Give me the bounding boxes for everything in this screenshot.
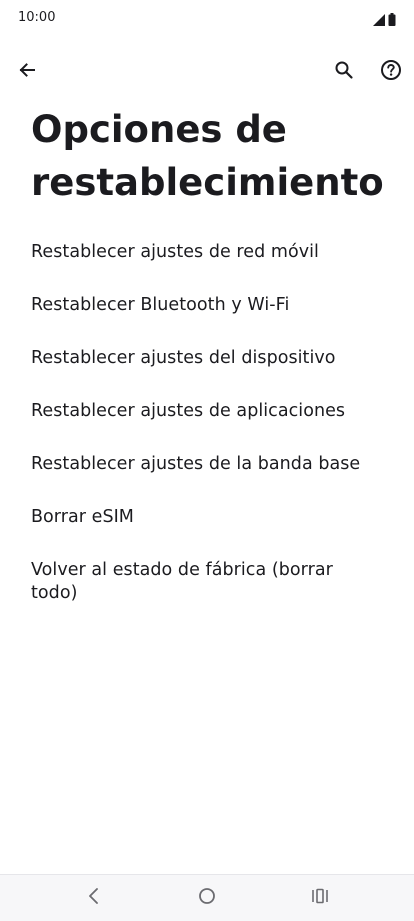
erase-esim-item[interactable]: Borrar eSIM (0, 491, 414, 544)
nav-back-button[interactable] (74, 883, 114, 913)
reset-bluetooth-wifi-item[interactable]: Restablecer Bluetooth y Wi-Fi (0, 279, 414, 332)
back-button[interactable] (7, 52, 47, 92)
reset-mobile-network-item[interactable]: Restablecer ajustes de red móvil (0, 226, 414, 279)
system-nav-bar (0, 874, 414, 921)
reset-options-list: Restablecer ajustes de red móvil Restabl… (0, 226, 414, 620)
help-icon (380, 59, 402, 85)
status-bar: 10:00 (0, 0, 414, 36)
factory-reset-item[interactable]: Volver al estado de fábrica (borrar todo… (0, 544, 414, 620)
reset-baseband-item[interactable]: Restablecer ajustes de la banda base (0, 438, 414, 491)
search-button[interactable] (324, 52, 364, 92)
reset-device-settings-item[interactable]: Restablecer ajustes del dispositivo (0, 332, 414, 385)
nav-home-button[interactable] (187, 883, 227, 913)
top-app-bar (0, 52, 414, 92)
arrow-back-icon (17, 60, 37, 84)
battery-icon (388, 11, 396, 30)
page-title: Opciones de restablecimiento (31, 108, 384, 204)
reset-app-preferences-item[interactable]: Restablecer ajustes de aplicaciones (0, 385, 414, 438)
status-icons (373, 11, 396, 30)
status-time: 10:00 (18, 10, 56, 25)
help-button[interactable] (371, 52, 411, 92)
search-icon (334, 60, 354, 84)
nav-recents-icon (311, 888, 329, 908)
nav-back-icon (87, 887, 101, 909)
signal-icon (373, 11, 385, 30)
nav-recents-button[interactable] (300, 883, 340, 913)
nav-home-icon (198, 887, 216, 909)
